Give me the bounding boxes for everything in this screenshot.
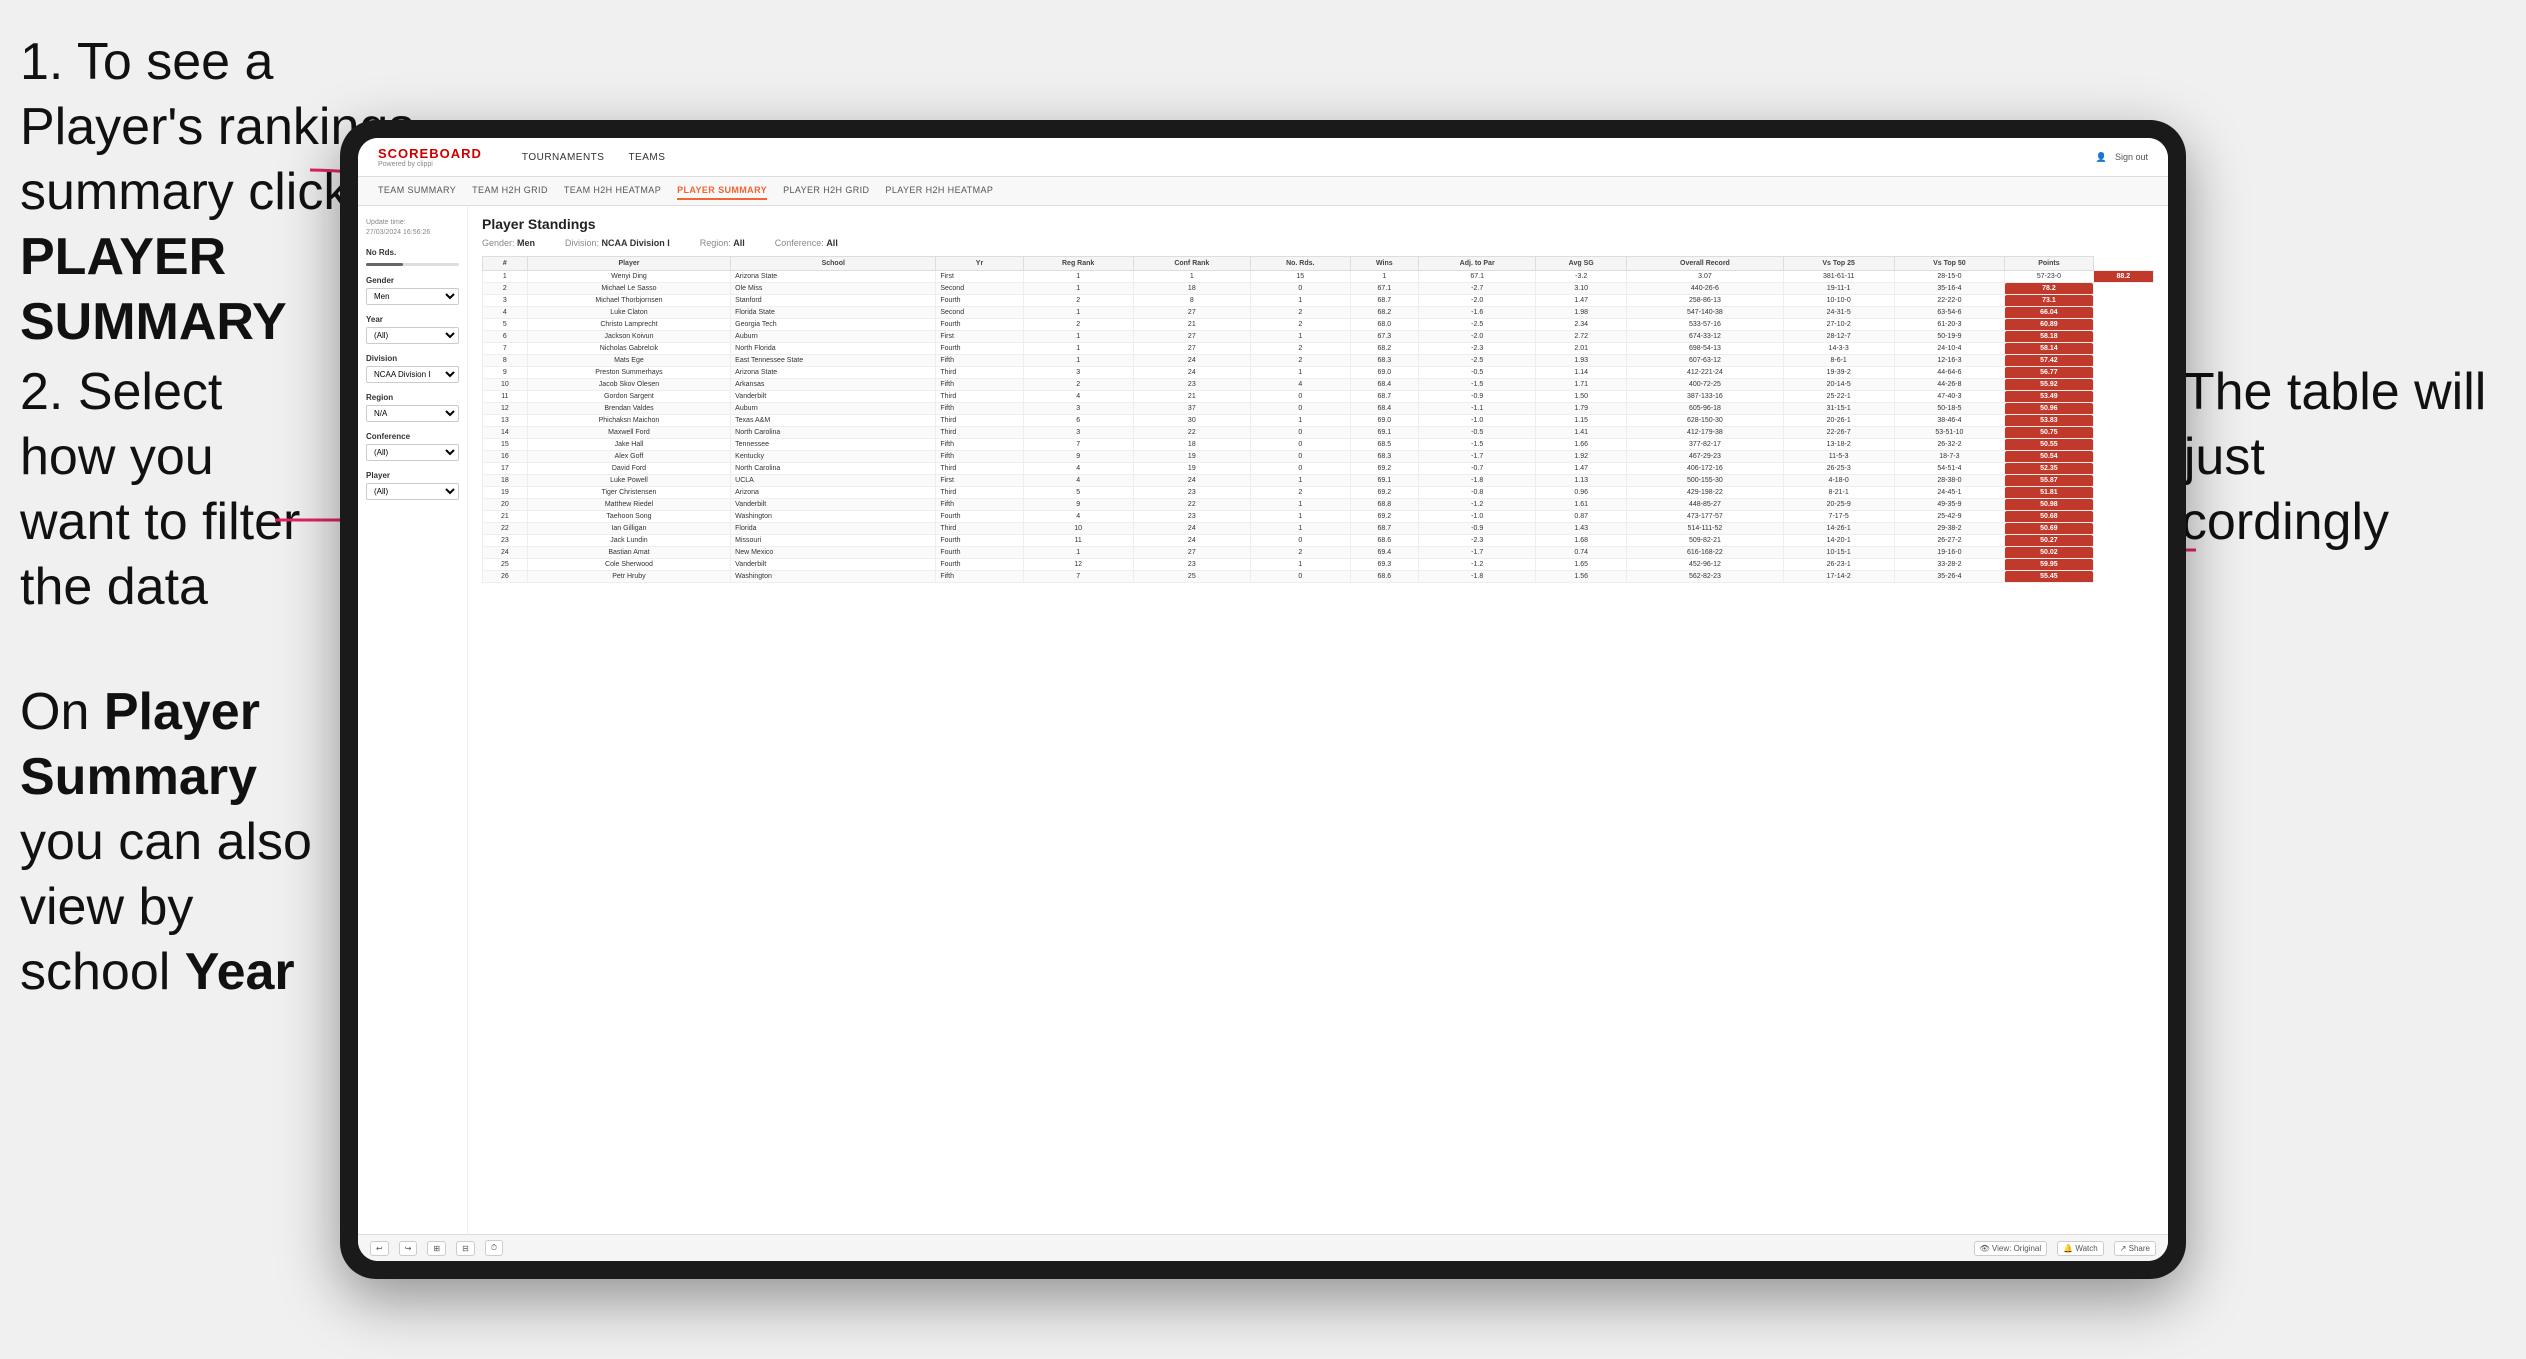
subnav-player-summary[interactable]: PLAYER SUMMARY <box>677 182 767 200</box>
table-row: 15Jake HallTennesseeFifth718068.5-1.51.6… <box>483 439 2154 451</box>
table-row: 10Jacob Skov OlesenArkansasFifth223468.4… <box>483 379 2154 391</box>
instruction-bottom-bold2: Year <box>185 943 295 1001</box>
table-row: 22Ian GilliganFloridaThird1024168.7-0.91… <box>483 523 2154 535</box>
col-wins: Wins <box>1350 257 1418 271</box>
main-content: Update time: 27/03/2024 16:56:26 No Rds.… <box>358 206 2168 1234</box>
table-row: 26Petr HrubyWashingtonFifth725068.6-1.81… <box>483 571 2154 583</box>
region-select[interactable]: N/A <box>366 405 459 422</box>
bottom-toolbar: ↩ ↪ ⊞ ⊟ ⏱ 👁 View: Original 🔔 Watch ↗ Sha… <box>358 1234 2168 1261</box>
nav-teams[interactable]: TEAMS <box>628 152 665 163</box>
subnav-team-h2h-heatmap[interactable]: TEAM H2H HEATMAP <box>564 182 661 200</box>
table-row: 19Tiger ChristensenArizonaThird523269.2-… <box>483 487 2154 499</box>
table-row: 17David FordNorth CarolinaThird419069.2-… <box>483 463 2154 475</box>
table-row: 6Jackson KoivunAuburnFirst127167.3-2.02.… <box>483 331 2154 343</box>
copy-btn[interactable]: ⊞ <box>427 1241 446 1256</box>
table-row: 23Jack LundinMissouriFourth1124068.6-2.3… <box>483 535 2154 547</box>
subnav-player-h2h-heatmap[interactable]: PLAYER H2H HEATMAP <box>885 182 993 200</box>
table-row: 14Maxwell FordNorth CarolinaThird322069.… <box>483 427 2154 439</box>
sub-nav: TEAM SUMMARY TEAM H2H GRID TEAM H2H HEAT… <box>358 177 2168 206</box>
app-header: SCOREBOARD Powered by clippi TOURNAMENTS… <box>358 138 2168 177</box>
redo-btn[interactable]: ↪ <box>399 1241 418 1256</box>
tablet: SCOREBOARD Powered by clippi TOURNAMENTS… <box>340 120 2186 1279</box>
table-row: 21Taehoon SongWashingtonFourth423169.2-1… <box>483 511 2154 523</box>
instruction-bottom-prefix: On <box>20 683 104 741</box>
table-row: 8Mats EgeEast Tennessee StateFifth124268… <box>483 355 2154 367</box>
col-player: Player <box>527 257 730 271</box>
filter-division: Division: NCAA Division I <box>565 238 670 248</box>
division-select[interactable]: NCAA Division I <box>366 366 459 383</box>
table-filters: Gender: Men Division: NCAA Division I Re… <box>482 238 2154 248</box>
table-row: 18Luke PowellUCLAFirst424169.1-1.81.1350… <box>483 475 2154 487</box>
col-num: # <box>483 257 528 271</box>
table-row: 11Gordon SargentVanderbiltThird421068.7-… <box>483 391 2154 403</box>
col-avg-sg: Avg SG <box>1536 257 1627 271</box>
filter-region: Region: All <box>700 238 745 248</box>
table-row: 5Christo LamprechtGeorgia TechFourth2212… <box>483 319 2154 331</box>
table-row: 24Bastian AmatNew MexicoFourth127269.4-1… <box>483 547 2154 559</box>
table-title: Player Standings <box>482 216 2154 232</box>
filter-gender: Gender: Men <box>482 238 535 248</box>
table-row: 4Luke ClatonFlorida StateSecond127268.2-… <box>483 307 2154 319</box>
col-top50: Vs Top 50 <box>1894 257 2005 271</box>
instruction-1-bold: PLAYER SUMMARY <box>20 228 287 351</box>
table-row: 1Wenyi DingArizona StateFirst1115167.1-3… <box>483 271 2154 283</box>
col-points: Points <box>2005 257 2093 271</box>
sidebar-year: Year (All) <box>366 315 459 344</box>
tablet-screen: SCOREBOARD Powered by clippi TOURNAMENTS… <box>358 138 2168 1261</box>
sidebar-no-rds: No Rds. <box>366 248 459 266</box>
sidebar: Update time: 27/03/2024 16:56:26 No Rds.… <box>358 206 468 1234</box>
col-reg-rank: Reg Rank <box>1023 257 1133 271</box>
grid-btn[interactable]: ⊟ <box>456 1241 475 1256</box>
nav-tournaments[interactable]: TOURNAMENTS <box>522 152 605 163</box>
year-select[interactable]: (All) <box>366 327 459 344</box>
table-row: 9Preston SummerhaysArizona StateThird324… <box>483 367 2154 379</box>
nav-right: 👤 Sign out <box>2096 152 2148 163</box>
sidebar-update: Update time: 27/03/2024 16:56:26 <box>366 218 459 238</box>
filter-conference: Conference: All <box>775 238 838 248</box>
sidebar-region: Region N/A <box>366 393 459 422</box>
table-row: 20Matthew RiedelVanderbiltFifth922168.8-… <box>483 499 2154 511</box>
col-adj: Adj. to Par <box>1419 257 1536 271</box>
sidebar-player: Player (All) <box>366 471 459 500</box>
col-school: School <box>731 257 936 271</box>
subnav-player-h2h-grid[interactable]: PLAYER H2H GRID <box>783 182 869 200</box>
conference-select[interactable]: (All) <box>366 444 459 461</box>
subnav-team-summary[interactable]: TEAM SUMMARY <box>378 182 456 200</box>
user-icon: 👤 <box>2096 152 2107 163</box>
col-top25: Vs Top 25 <box>1783 257 1894 271</box>
col-conf-rank: Conf Rank <box>1133 257 1250 271</box>
undo-btn[interactable]: ↩ <box>370 1241 389 1256</box>
player-select[interactable]: (All) <box>366 483 459 500</box>
share-btn[interactable]: ↗ Share <box>2114 1241 2156 1256</box>
subnav-team-h2h-grid[interactable]: TEAM H2H GRID <box>472 182 548 200</box>
sidebar-division: Division NCAA Division I <box>366 354 459 383</box>
nav-items: TOURNAMENTS TEAMS <box>522 152 2066 163</box>
view-btn[interactable]: 👁 View: Original <box>1974 1241 2048 1256</box>
instruction-bottom: On Player Summary you can also view by s… <box>20 680 330 1005</box>
instruction-2-text: 2. Select how you want to filter the dat… <box>20 363 300 616</box>
col-overall: Overall Record <box>1627 257 1784 271</box>
timer-btn[interactable]: ⏱ <box>485 1240 503 1256</box>
col-no-rds: No. Rds. <box>1250 257 1350 271</box>
logo-text: SCOREBOARD <box>378 146 482 161</box>
sidebar-gender: Gender Men <box>366 276 459 305</box>
sidebar-conference: Conference (All) <box>366 432 459 461</box>
col-yr: Yr <box>936 257 1023 271</box>
table-row: 7Nicholas GabrelcikNorth FloridaFourth12… <box>483 343 2154 355</box>
logo-sub: Powered by clippi <box>378 161 482 168</box>
logo-area: SCOREBOARD Powered by clippi <box>378 146 482 168</box>
table-row: 12Brendan ValdesAuburnFifth337068.4-1.11… <box>483 403 2154 415</box>
table-row: 2Michael Le SassoOle MissSecond118067.1-… <box>483 283 2154 295</box>
table-row: 3Michael ThorbjornsenStanfordFourth28168… <box>483 295 2154 307</box>
table-header-row: # Player School Yr Reg Rank Conf Rank No… <box>483 257 2154 271</box>
table-area: Player Standings Gender: Men Division: N… <box>468 206 2168 1234</box>
sign-out-link[interactable]: Sign out <box>2115 152 2148 162</box>
watch-btn[interactable]: 🔔 Watch <box>2057 1241 2104 1256</box>
gender-select[interactable]: Men <box>366 288 459 305</box>
table-row: 13Phichaksn MaichonTexas A&MThird630169.… <box>483 415 2154 427</box>
table-row: 16Alex GoffKentuckyFifth919068.3-1.71.92… <box>483 451 2154 463</box>
table-row: 25Cole SherwoodVanderbiltFourth1223169.3… <box>483 559 2154 571</box>
standings-table: # Player School Yr Reg Rank Conf Rank No… <box>482 256 2154 583</box>
